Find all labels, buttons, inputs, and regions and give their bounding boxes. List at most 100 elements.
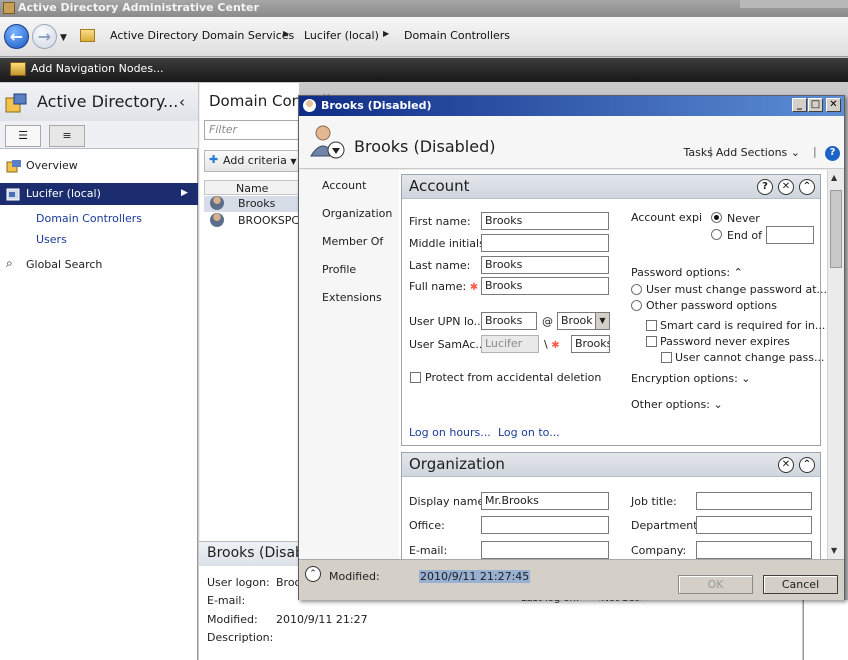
department-label: Department: [631, 519, 702, 532]
expires-date-input[interactable] [766, 226, 814, 244]
must-change-password-radio[interactable] [631, 284, 642, 295]
email-input[interactable] [481, 541, 609, 559]
full-name-input[interactable]: Brooks [481, 277, 609, 295]
cancel-button[interactable]: Cancel [763, 575, 838, 594]
scroll-up-icon[interactable]: ▲ [831, 173, 837, 182]
sidebar-item-domain-controllers[interactable]: Domain Controllers [36, 212, 142, 225]
navigation-bar: ← → ▼ Active Directory Domain Services ▶… [0, 17, 848, 57]
chevron-down-icon: ⌄ [790, 146, 800, 159]
nav-member-of[interactable]: Member Of [322, 235, 383, 248]
list-view-tab[interactable]: ☰ [5, 125, 41, 147]
encryption-options-toggle[interactable]: Encryption options: ⌄ [631, 372, 751, 385]
expand-arrow-icon[interactable]: ▶ [181, 188, 188, 198]
other-password-options-radio[interactable] [631, 300, 642, 311]
nav-account[interactable]: Account [322, 179, 366, 192]
breadcrumb-lucifer[interactable]: Lucifer (local) [304, 29, 379, 42]
other-options-text: Other options: [631, 398, 710, 411]
close-button[interactable]: ✕ [826, 98, 841, 112]
add-sections-menu[interactable]: Add Sections ⌄ [716, 146, 800, 159]
add-navigation-nodes-bar[interactable]: Add Navigation Nodes... [0, 58, 848, 82]
password-never-expires-checkbox[interactable] [646, 336, 657, 347]
nav-organization[interactable]: Organization [322, 207, 392, 220]
last-name-label: Last name: [409, 259, 471, 272]
app-titlebar: Active Directory Administrative Center [0, 0, 848, 17]
sidebar-item-users[interactable]: Users [36, 233, 67, 246]
expand-details-icon[interactable]: ⌃ [305, 566, 321, 582]
upn-input[interactable]: Brooks [481, 312, 537, 330]
expires-end-of-radio[interactable] [711, 229, 722, 240]
row-name: BROOKSPCNAME [238, 214, 300, 227]
remove-section-icon[interactable]: ✕ [778, 179, 794, 195]
navigation-nodes-icon [10, 62, 26, 76]
remove-section-icon[interactable]: ✕ [778, 457, 794, 473]
email-label: E-mail: [409, 544, 448, 557]
protect-deletion-checkbox[interactable] [410, 372, 421, 383]
collapse-section-icon[interactable]: ⌃ [799, 457, 815, 473]
sidebar-item-lucifer[interactable]: Lucifer (local) ▶ [0, 183, 198, 205]
full-name-label: Full name: ✱ [409, 280, 478, 293]
upn-domain-value: Brook [561, 314, 593, 327]
sidebar-item-global-search[interactable]: ⌕ Global Search [0, 254, 198, 276]
company-label: Company: [631, 544, 687, 557]
breadcrumb-separator-icon[interactable]: ▶ [283, 29, 289, 38]
breadcrumb-ad-ds[interactable]: Active Directory Domain Services [110, 29, 294, 42]
other-password-options-label: Other password options [646, 299, 777, 312]
last-name-input[interactable]: Brooks [481, 256, 609, 274]
samaccount-input[interactable]: Brooks [571, 335, 610, 353]
add-navigation-nodes-label[interactable]: Add Navigation Nodes... [31, 62, 164, 75]
help-icon[interactable]: ? [757, 179, 773, 195]
job-title-input[interactable] [696, 492, 812, 510]
protect-deletion-label: Protect from accidental deletion [425, 371, 602, 384]
log-on-to-link[interactable]: Log on to... [498, 426, 560, 439]
department-input[interactable] [696, 516, 812, 534]
scrollbar-thumb[interactable] [830, 190, 842, 268]
ok-button[interactable]: OK [678, 575, 753, 594]
dialog-header: Brooks (Disabled) Tasks | Add Sections ⌄… [299, 116, 844, 169]
nav-profile[interactable]: Profile [322, 263, 356, 276]
log-on-hours-link[interactable]: Log on hours... [409, 426, 491, 439]
left-pane-title: Active Directory... [37, 92, 179, 111]
tree-view-tab[interactable]: ≡ [49, 125, 85, 147]
full-name-label-text: Full name: [409, 280, 467, 293]
display-name-input[interactable]: Mr.Brooks [481, 492, 609, 510]
breadcrumb-separator-icon[interactable]: ▶ [383, 29, 389, 38]
vertical-scrollbar[interactable]: ▲ ▼ [827, 170, 844, 559]
collapse-section-icon[interactable]: ⌃ [799, 179, 815, 195]
forward-button[interactable]: → [32, 24, 57, 49]
dialog-side-nav: Account Organization Member Of Profile E… [299, 170, 399, 559]
upn-at-sign: @ [542, 315, 553, 328]
upn-domain-select[interactable]: Brook ▼ [557, 312, 610, 330]
separator: | [709, 145, 713, 158]
maximize-button[interactable]: □ [808, 98, 823, 112]
chevron-down-icon: ▼ [290, 157, 297, 166]
middle-initials-input[interactable] [481, 234, 609, 252]
minimize-button[interactable]: _ [792, 98, 807, 112]
nav-extensions[interactable]: Extensions [322, 291, 382, 304]
scroll-down-icon[interactable]: ▼ [831, 546, 837, 555]
column-header-name[interactable]: Name [204, 180, 300, 195]
email-label: E-mail: [207, 594, 246, 607]
must-change-password-label: User must change password at... [646, 283, 827, 296]
add-criteria-button[interactable]: ✚ Add criteria ▼ [204, 150, 300, 172]
breadcrumb-domain-controllers[interactable]: Domain Controllers [404, 29, 510, 42]
user-logon-label: User logon: [207, 576, 270, 589]
history-dropdown-icon[interactable]: ▼ [60, 33, 67, 43]
table-row[interactable]: BROOKSPCNAME [204, 213, 300, 229]
other-options-toggle[interactable]: Other options: ⌄ [631, 398, 723, 411]
expires-never-radio[interactable] [711, 212, 722, 223]
office-input[interactable] [481, 516, 609, 534]
company-input[interactable] [696, 541, 812, 559]
table-row[interactable]: Brooks [204, 196, 300, 212]
sidebar-item-overview[interactable]: Overview [0, 155, 198, 177]
collapse-pane-icon[interactable]: ‹ [179, 93, 185, 111]
first-name-input[interactable]: Brooks [481, 212, 609, 230]
smart-card-checkbox[interactable] [646, 320, 657, 331]
cannot-change-password-checkbox[interactable] [661, 352, 672, 363]
user-icon [303, 99, 316, 112]
filter-input[interactable]: Filter [204, 120, 300, 140]
folder-icon[interactable] [80, 29, 95, 42]
back-button[interactable]: ← [4, 24, 29, 49]
help-icon[interactable]: ? [825, 146, 840, 161]
disabled-user-icon [310, 125, 345, 159]
user-properties-dialog: Brooks (Disabled) _ □ ✕ Brooks (Disabled… [298, 95, 845, 600]
